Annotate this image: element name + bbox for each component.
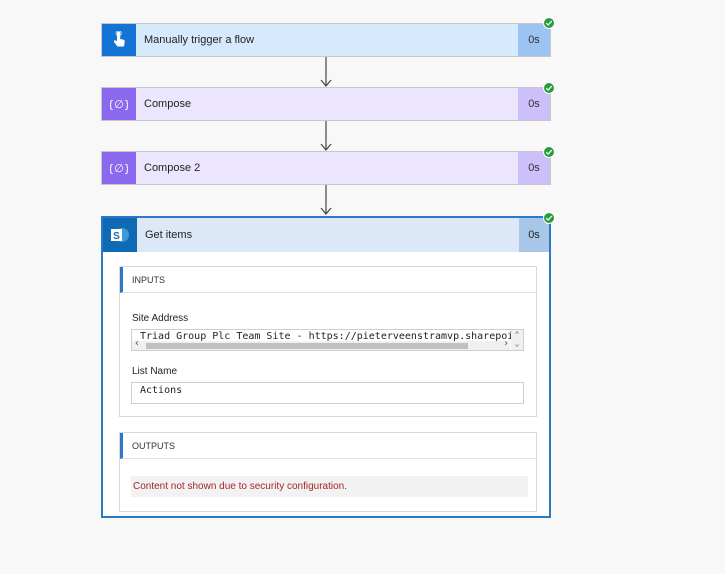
touch-icon: [102, 24, 136, 56]
vertical-scrollbar[interactable]: ⌃ ⌄: [511, 330, 523, 350]
inputs-section: INPUTS Site Address Triad Group Plc Team…: [119, 266, 537, 417]
security-message: Content not shown due to security config…: [131, 476, 528, 497]
step-title: Compose 2: [144, 162, 201, 174]
scroll-thumb[interactable]: [146, 343, 468, 349]
list-name-label: List Name: [132, 366, 178, 377]
site-address-field[interactable]: Triad Group Plc Team Site - https://piet…: [131, 329, 524, 351]
svg-text:{∅}: {∅}: [110, 162, 128, 175]
arrow-down-icon: [320, 121, 332, 151]
step-duration: 0s: [519, 218, 549, 252]
step-title: Compose: [144, 98, 192, 110]
scroll-up-icon[interactable]: ⌃: [511, 330, 523, 339]
step-compose[interactable]: {∅} Compose 0s: [101, 87, 551, 121]
list-name-value: Actions: [140, 385, 183, 396]
outputs-heading: OUTPUTS: [120, 433, 536, 459]
compose-icon: {∅}: [102, 152, 136, 184]
step-get-items: S Get items 0s INPUTS Site Address Triad…: [101, 216, 551, 518]
arrow-down-icon: [320, 185, 332, 215]
success-check-icon: [543, 82, 555, 94]
get-items-header[interactable]: S Get items 0s: [103, 218, 549, 252]
success-check-icon: [543, 146, 555, 158]
scroll-left-icon[interactable]: ‹: [134, 338, 140, 349]
inputs-heading: INPUTS: [120, 267, 536, 293]
outputs-section: OUTPUTS Content not shown due to securit…: [119, 432, 537, 512]
success-check-icon: [543, 212, 555, 224]
success-check-icon: [543, 17, 555, 29]
list-name-field[interactable]: Actions: [131, 382, 524, 404]
compose-icon: {∅}: [102, 88, 136, 120]
svg-text:{∅}: {∅}: [110, 98, 128, 111]
svg-text:S: S: [113, 231, 120, 242]
scroll-right-icon[interactable]: ›: [503, 338, 509, 349]
site-address-label: Site Address: [132, 313, 189, 324]
step-title: Get items: [145, 229, 193, 241]
step-title: Manually trigger a flow: [144, 34, 255, 46]
horizontal-scrollbar[interactable]: ‹ ›: [132, 338, 510, 350]
step-compose-2[interactable]: {∅} Compose 2 0s: [101, 151, 551, 185]
step-duration: 0s: [518, 24, 550, 56]
sharepoint-icon: S: [103, 218, 137, 252]
arrow-down-icon: [320, 57, 332, 87]
scroll-down-icon[interactable]: ⌄: [511, 339, 523, 348]
step-manually-trigger[interactable]: Manually trigger a flow 0s: [101, 23, 551, 57]
